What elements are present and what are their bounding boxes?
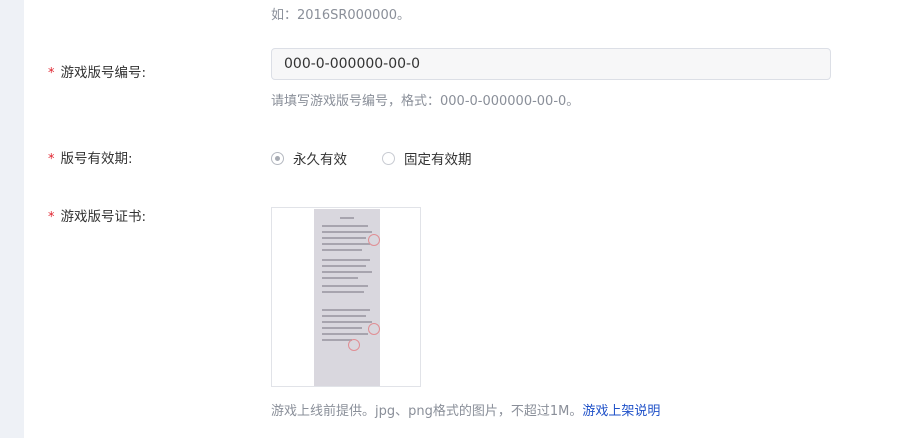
version-no-hint: 请填写游戏版号编号，格式：000-0-000000-00-0。 xyxy=(271,94,580,109)
radio-permanent[interactable]: 永久有效 xyxy=(271,148,347,168)
radio-unchecked-icon[interactable] xyxy=(382,151,395,165)
left-gutter xyxy=(0,0,24,438)
version-no-label: 游戏版号编号: xyxy=(60,65,147,81)
certificate-hint: 游戏上线前提供。jpg、png格式的图片，不超过1M。 xyxy=(271,404,583,419)
radio-permanent-label: 永久有效 xyxy=(293,152,347,168)
listing-guide-link[interactable]: 游戏上架说明 xyxy=(582,404,660,419)
certificate-hint-row: 游戏上线前提供。jpg、png格式的图片，不超过1M。游戏上架说明 xyxy=(271,400,660,419)
radio-fixed-period[interactable]: 固定有效期 xyxy=(382,148,472,168)
version-no-label-row: * 游戏版号编号: xyxy=(48,61,146,81)
certificate-label: 游戏版号证书: xyxy=(60,209,147,225)
radio-checked-icon[interactable] xyxy=(271,151,284,165)
certificate-thumbnail xyxy=(314,209,380,386)
validity-label: 版号有效期: xyxy=(60,151,133,167)
certificate-label-row: * 游戏版号证书: xyxy=(48,205,146,225)
form-panel: 如：2016SR000000。 * 游戏版号编号: 000-0-000000-00… xyxy=(24,0,920,438)
required-mark: * xyxy=(48,210,55,225)
version-no-input[interactable]: 000-0-000000-00-0 xyxy=(271,48,831,80)
validity-label-row: * 版号有效期: xyxy=(48,147,133,167)
certificate-image-upload[interactable] xyxy=(271,207,421,387)
radio-fixed-period-label: 固定有效期 xyxy=(404,152,472,168)
required-mark: * xyxy=(48,152,55,167)
required-mark: * xyxy=(48,66,55,81)
previous-field-hint: 如：2016SR000000。 xyxy=(271,8,410,23)
